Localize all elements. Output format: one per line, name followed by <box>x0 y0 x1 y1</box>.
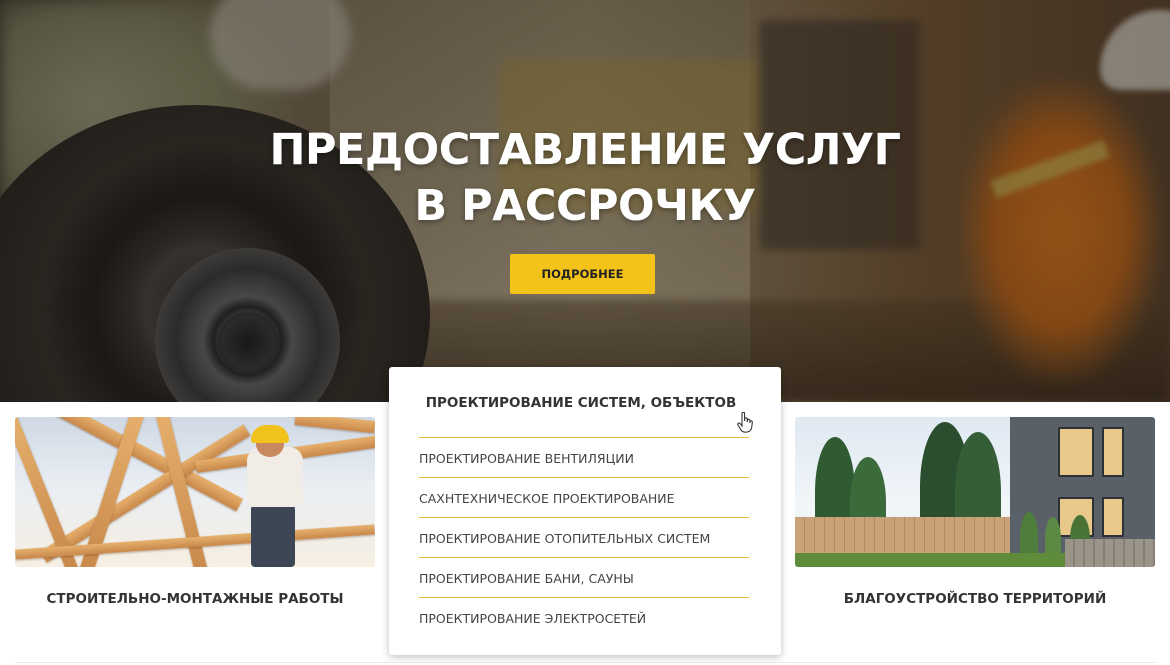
section-divider <box>15 662 1155 663</box>
hero-title-line-1: ПРЕДОСТАВЛЕНИЕ УСЛУГ <box>269 125 901 175</box>
hero-title: ПРЕДОСТАВЛЕНИЕ УСЛУГ В РАССРОЧКУ <box>235 122 935 234</box>
dropdown-item-heating[interactable]: ПРОЕКТИРОВАНИЕ ОТОПИТЕЛЬНЫХ СИСТЕМ <box>419 531 749 546</box>
dropdown-item-electrical[interactable]: ПРОЕКТИРОВАНИЕ ЭЛЕКТРОСЕТЕЙ <box>419 611 749 626</box>
divider <box>419 437 749 438</box>
landscaping-photo <box>795 417 1155 567</box>
service-card-title[interactable]: БЛАГОУСТРОЙСТВО ТЕРРИТОРИЙ <box>795 591 1155 607</box>
hero-banner: ПРЕДОСТАВЛЕНИЕ УСЛУГ В РАССРОЧКУ ПОДРОБН… <box>0 0 1170 402</box>
service-card-landscaping[interactable]: БЛАГОУСТРОЙСТВО ТЕРРИТОРИЙ <box>795 417 1155 607</box>
design-services-dropdown: ПРОЕКТИРОВАНИЕ СИСТЕМ, ОБЪЕКТОВ ПРОЕКТИР… <box>389 367 781 655</box>
hero-title-line-2: В РАССРОЧКУ <box>414 181 756 231</box>
divider <box>419 597 749 598</box>
dropdown-item-ventilation[interactable]: ПРОЕКТИРОВАНИЕ ВЕНТИЛЯЦИИ <box>419 451 749 466</box>
divider <box>419 517 749 518</box>
construction-photo <box>15 417 375 567</box>
dropdown-item-sauna[interactable]: ПРОЕКТИРОВАНИЕ БАНИ, САУНЫ <box>419 571 749 586</box>
hand-pointer-icon <box>737 412 753 433</box>
divider <box>419 557 749 558</box>
more-details-button[interactable]: ПОДРОБНЕЕ <box>510 254 655 294</box>
divider <box>419 477 749 478</box>
service-card-construction[interactable]: СТРОИТЕЛЬНО-МОНТАЖНЫЕ РАБОТЫ <box>15 417 375 607</box>
dropdown-item-plumbing[interactable]: САХНТЕХНИЧЕСКОЕ ПРОЕКТИРОВАНИЕ <box>419 491 749 506</box>
dropdown-title[interactable]: ПРОЕКТИРОВАНИЕ СИСТЕМ, ОБЪЕКТОВ <box>389 395 773 411</box>
service-card-title[interactable]: СТРОИТЕЛЬНО-МОНТАЖНЫЕ РАБОТЫ <box>15 591 375 607</box>
